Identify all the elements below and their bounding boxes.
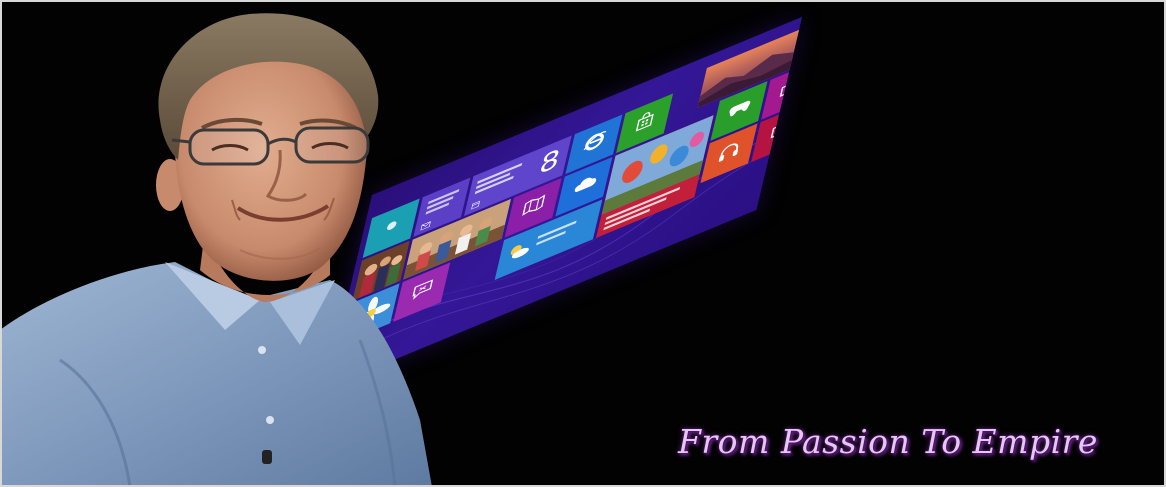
banner: 8 From Passion To Empire (0, 0, 1166, 487)
slogan-text: From Passion To Empire (678, 422, 1098, 461)
person-photo (0, 13, 432, 487)
